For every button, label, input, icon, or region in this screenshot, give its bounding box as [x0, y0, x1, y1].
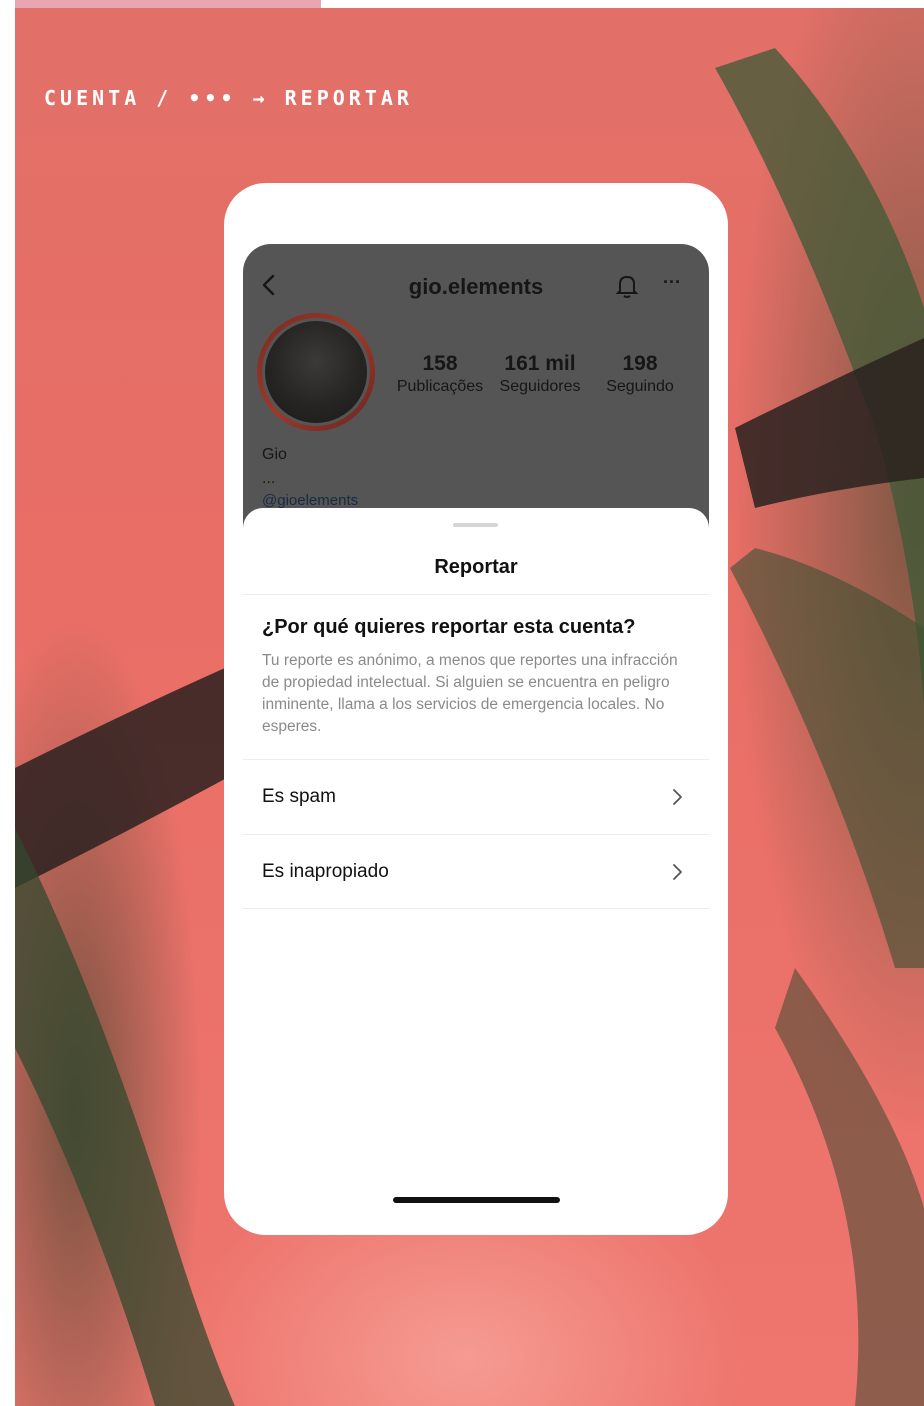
phone-screen: gio.elements ··· 158 Publicações 161 mil… [243, 244, 709, 1144]
avatar [257, 313, 375, 431]
profile-bio: ... [262, 470, 276, 487]
stat-label: Publicações [396, 378, 484, 395]
stat-number: 198 [622, 352, 658, 375]
report-bottom-sheet: Reportar ¿Por qué quieres reportar esta … [243, 508, 709, 1144]
stat-label: Seguindo [606, 378, 674, 395]
stat-followers[interactable]: 161 mil Seguidores [490, 352, 590, 396]
stat-following[interactable]: 198 Seguindo [595, 352, 685, 396]
more-icon[interactable]: ··· [663, 272, 681, 293]
option-spam[interactable]: Es spam [243, 760, 709, 834]
profile-name: Gio [262, 446, 287, 463]
stat-number: 161 mil [504, 352, 576, 375]
option-inappropriate[interactable]: Es inapropiado [243, 835, 709, 909]
top-accent-strip [15, 0, 321, 8]
option-label: Es spam [262, 786, 336, 807]
breadcrumb: CUENTA / ••• → REPORTAR [44, 86, 413, 110]
option-label: Es inapropiado [262, 861, 389, 882]
home-indicator[interactable] [393, 1197, 560, 1203]
phone-frame: gio.elements ··· 158 Publicações 161 mil… [224, 183, 728, 1235]
sheet-title: Reportar [434, 556, 518, 578]
profile-header-dimmed: gio.elements ··· 158 Publicações 161 mil… [243, 244, 709, 534]
stat-posts[interactable]: 158 Publicações [390, 352, 490, 396]
profile-handle-link[interactable]: @gioelements [262, 492, 358, 509]
sheet-drag-handle[interactable] [453, 523, 498, 527]
stat-number: 158 [422, 352, 458, 375]
chevron-right-icon [673, 789, 682, 805]
divider [243, 908, 709, 909]
report-description: Tu reporte es anónimo, a menos que repor… [262, 652, 678, 735]
divider [243, 594, 709, 595]
report-question: ¿Por qué quieres reportar esta cuenta? [262, 616, 636, 638]
bell-icon[interactable] [613, 272, 641, 300]
avatar-photo [262, 318, 370, 426]
stat-label: Seguidores [499, 378, 581, 395]
chevron-right-icon [673, 864, 682, 880]
